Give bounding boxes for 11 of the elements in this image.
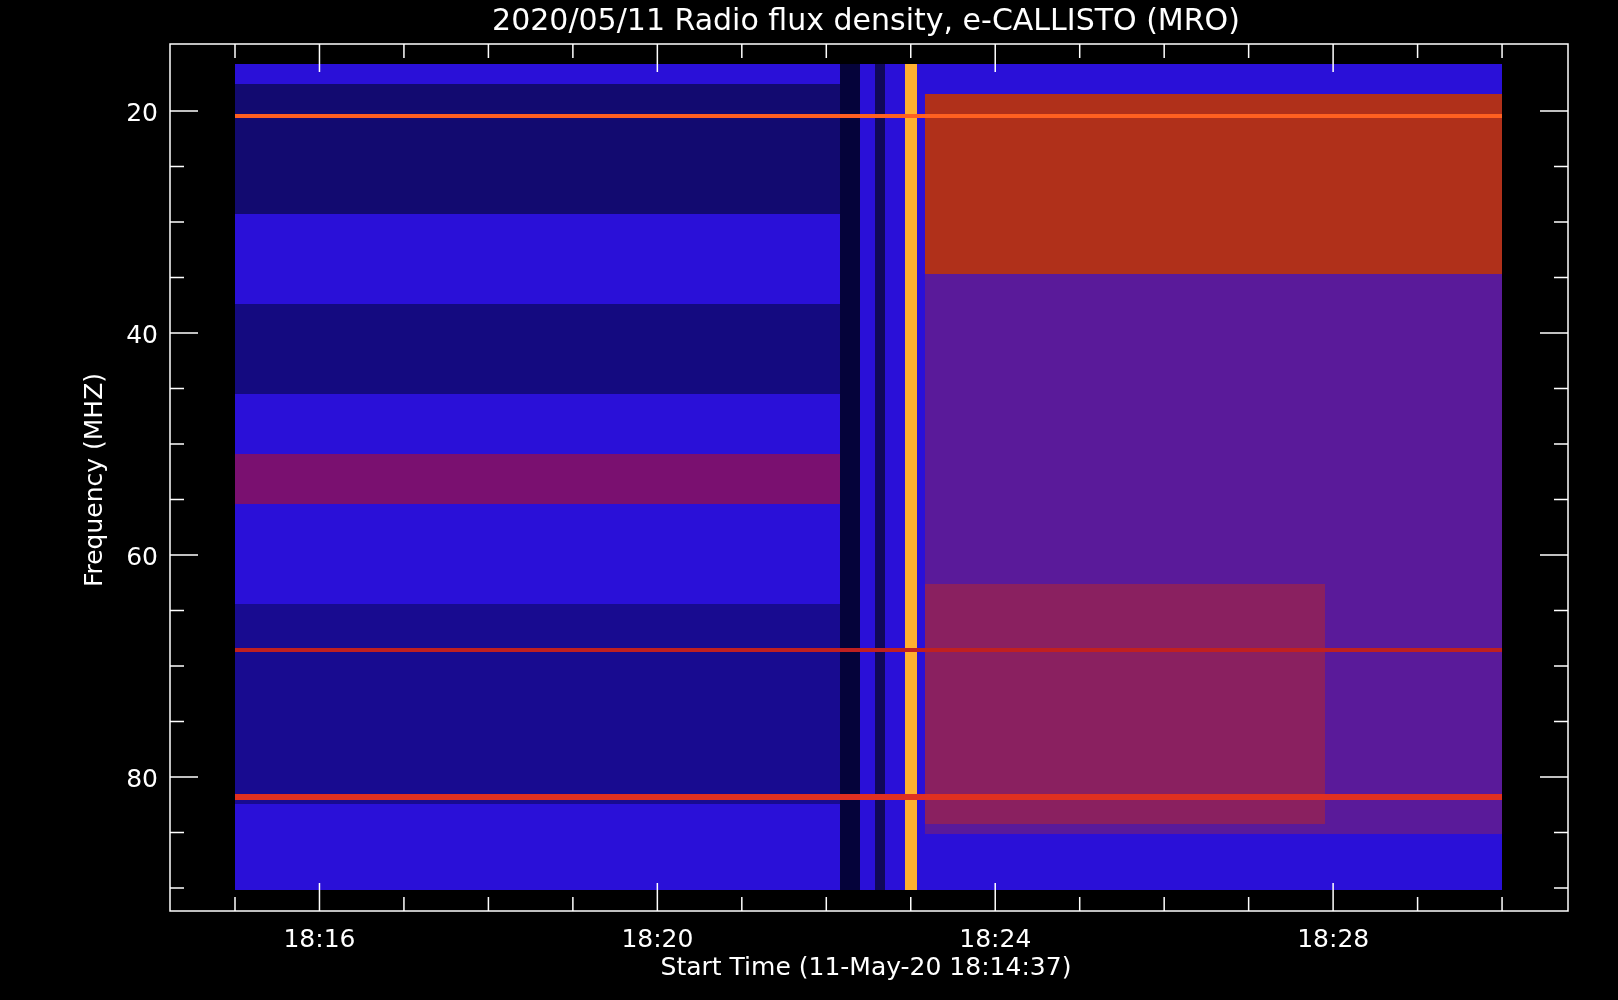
x-axis-label: Start Time (11-May-20 18:14:37) (660, 952, 1072, 981)
x-tick-label: 18:24 (959, 924, 1032, 953)
y-tick-label: 60 (126, 542, 158, 571)
y-tick-label: 80 (126, 764, 158, 793)
chart-title: 2020/05/11 Radio flux density, e-CALLISTO (MRO) (492, 2, 1240, 37)
x-tick-label: 18:16 (283, 924, 356, 953)
x-tick-label: 18:28 (1297, 924, 1370, 953)
y-tick-label: 20 (126, 98, 158, 127)
y-tick-label: 40 (126, 320, 158, 349)
x-tick-label: 18:20 (621, 924, 694, 953)
y-axis-label: Frequency (MHZ) (79, 372, 108, 588)
